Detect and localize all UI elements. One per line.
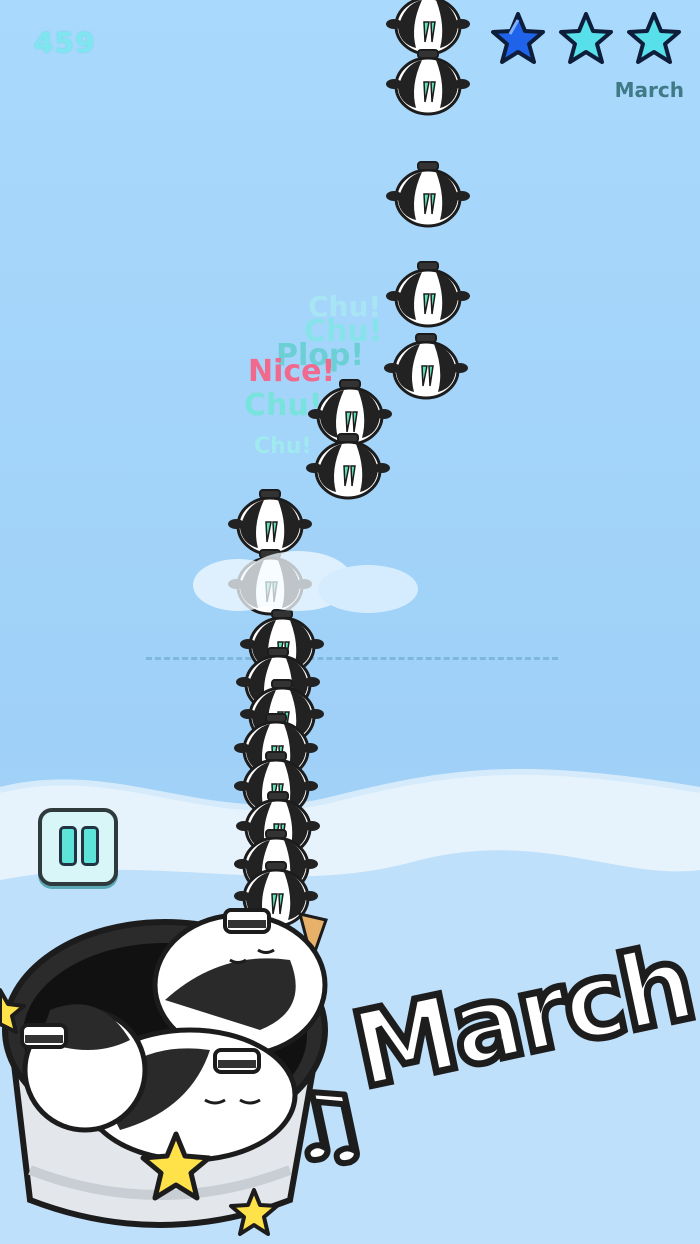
walrus-icon (386, 161, 470, 228)
star-decoration-icon (140, 1131, 212, 1201)
walrus-icon (386, 49, 470, 116)
walrus-icon (386, 261, 470, 328)
walrus-icon (306, 433, 390, 500)
walrus-icon (386, 0, 470, 56)
star-decoration-icon (229, 1188, 279, 1236)
walrus-icon (384, 333, 468, 400)
cloud-puff (193, 551, 418, 613)
pause-button[interactable] (38, 808, 118, 886)
star-decoration-icon (0, 988, 26, 1034)
game-stage[interactable]: 459 March Chu! Chu! Plop! Nice! Chu! Chu… (0, 0, 700, 1244)
